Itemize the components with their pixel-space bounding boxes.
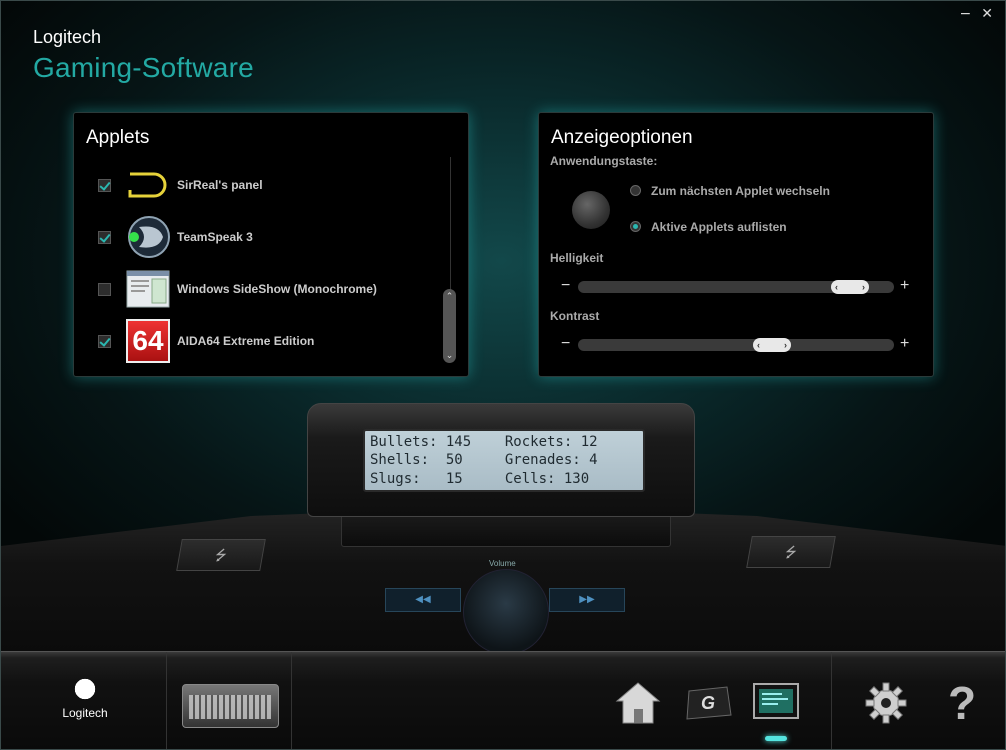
- logitech-logo-label: Logitech: [62, 706, 108, 720]
- brightness-slider[interactable]: ‹ ›: [578, 280, 894, 294]
- contrast-slider[interactable]: ‹ ›: [578, 338, 894, 352]
- lcd-line: Bullets: 145 Rockets: 12: [370, 434, 598, 450]
- media-next-button: ▶▶: [549, 588, 625, 612]
- help-icon[interactable]: ?: [935, 677, 989, 729]
- radio-next-applet[interactable]: [630, 185, 641, 196]
- applet-row-sirreal[interactable]: SirReal's panel: [98, 167, 263, 203]
- home-icon[interactable]: [611, 678, 665, 728]
- volume-knob: [463, 569, 549, 655]
- brightness-slider-thumb[interactable]: ‹ ›: [831, 280, 869, 294]
- radio-next-applet-label[interactable]: Zum nächsten Applet wechseln: [651, 184, 830, 198]
- lcd-line: Shells: 50 Grenades: 4: [370, 452, 598, 468]
- sideshow-icon: [125, 266, 171, 312]
- applet-row-sideshow[interactable]: Windows SideShow (Monochrome): [98, 270, 377, 308]
- lcd-hinge: [341, 513, 671, 547]
- contrast-plus-icon[interactable]: +: [900, 335, 909, 353]
- close-button[interactable]: ✕: [981, 7, 993, 21]
- logitech-logo-icon: [72, 676, 98, 702]
- teamspeak-icon: [125, 214, 171, 260]
- applets-panel: Applets SirReal's panel TeamSpeak 3 Wind…: [73, 112, 469, 377]
- brightness-minus-icon[interactable]: −: [561, 277, 570, 295]
- aida64-icon: 64: [125, 318, 171, 364]
- active-tab-indicator: [765, 736, 787, 741]
- thumb-right-icon: ›: [784, 340, 787, 350]
- footer-bar: Logitech G ?: [1, 651, 1005, 749]
- gear-icon[interactable]: [859, 678, 913, 728]
- minimize-button[interactable]: −: [960, 7, 972, 21]
- footer-divider: [831, 652, 832, 749]
- applet-label: Windows SideShow (Monochrome): [177, 282, 377, 296]
- thumb-right-icon: ›: [862, 282, 865, 292]
- applet-label: TeamSpeak 3: [177, 230, 253, 244]
- scrollbar-thumb[interactable]: ⌃ ⌄: [443, 289, 456, 363]
- brightness-label: Helligkeit: [550, 251, 604, 265]
- display-options-panel: Anzeigeoptionen Anwendungstaste: Zum näc…: [538, 112, 934, 377]
- brand-header: Logitech Gaming-Software: [33, 27, 254, 84]
- contrast-minus-icon[interactable]: −: [561, 335, 570, 353]
- applet-checkbox[interactable]: [98, 230, 111, 244]
- footer-divider: [291, 652, 292, 749]
- sirreal-icon: [125, 162, 171, 208]
- logitech-logo[interactable]: Logitech: [61, 676, 109, 720]
- svg-text:G: G: [701, 693, 715, 713]
- lcd-screen: Bullets: 145 Rockets: 12 Shells: 50 Gren…: [363, 429, 645, 492]
- scroll-up-icon[interactable]: ⌃: [446, 291, 454, 302]
- applet-checkbox[interactable]: [98, 334, 111, 348]
- applets-title: Applets: [86, 127, 150, 148]
- window-controls: − ✕: [960, 7, 993, 21]
- applet-label: SirReal's panel: [177, 178, 263, 192]
- radio-list-applets-label[interactable]: Aktive Applets auflisten: [651, 220, 787, 234]
- usb-port-left-icon: ⭍: [176, 539, 266, 571]
- display-options-title: Anzeigeoptionen: [551, 127, 693, 148]
- media-prev-button: ◀◀: [385, 588, 461, 612]
- thumb-left-icon: ‹: [835, 282, 838, 292]
- usb-port-right-icon: ⭍: [746, 536, 836, 568]
- applet-label: AIDA64 Extreme Edition: [177, 334, 315, 348]
- lcd-line: Slugs: 15 Cells: 130: [370, 471, 590, 487]
- app-window: − ✕ Logitech Gaming-Software Applets Sir…: [0, 0, 1006, 750]
- radio-list-applets[interactable]: [630, 221, 641, 232]
- applet-row-aida64[interactable]: 64 AIDA64 Extreme Edition: [98, 319, 315, 363]
- g-key-icon[interactable]: G: [681, 678, 735, 728]
- scroll-down-icon[interactable]: ⌄: [446, 350, 454, 361]
- brightness-plus-icon[interactable]: +: [900, 277, 909, 295]
- keyboard-device-icon[interactable]: [182, 684, 279, 728]
- contrast-slider-thumb[interactable]: ‹ ›: [753, 338, 791, 352]
- applet-row-teamspeak[interactable]: TeamSpeak 3: [98, 216, 253, 258]
- lcd-manager-icon[interactable]: [749, 678, 803, 728]
- applet-checkbox[interactable]: [98, 282, 111, 296]
- app-key-button[interactable]: [572, 191, 610, 229]
- thumb-left-icon: ‹: [757, 340, 760, 350]
- company-name: Logitech: [33, 27, 102, 47]
- product-name: Gaming-Software: [33, 52, 254, 83]
- contrast-label: Kontrast: [550, 309, 600, 323]
- aida64-icon-text: 64: [126, 319, 170, 363]
- footer-divider: [166, 652, 167, 749]
- volume-label: Volume: [489, 559, 516, 568]
- app-key-label: Anwendungstaste:: [550, 154, 658, 168]
- applet-checkbox[interactable]: [98, 178, 111, 192]
